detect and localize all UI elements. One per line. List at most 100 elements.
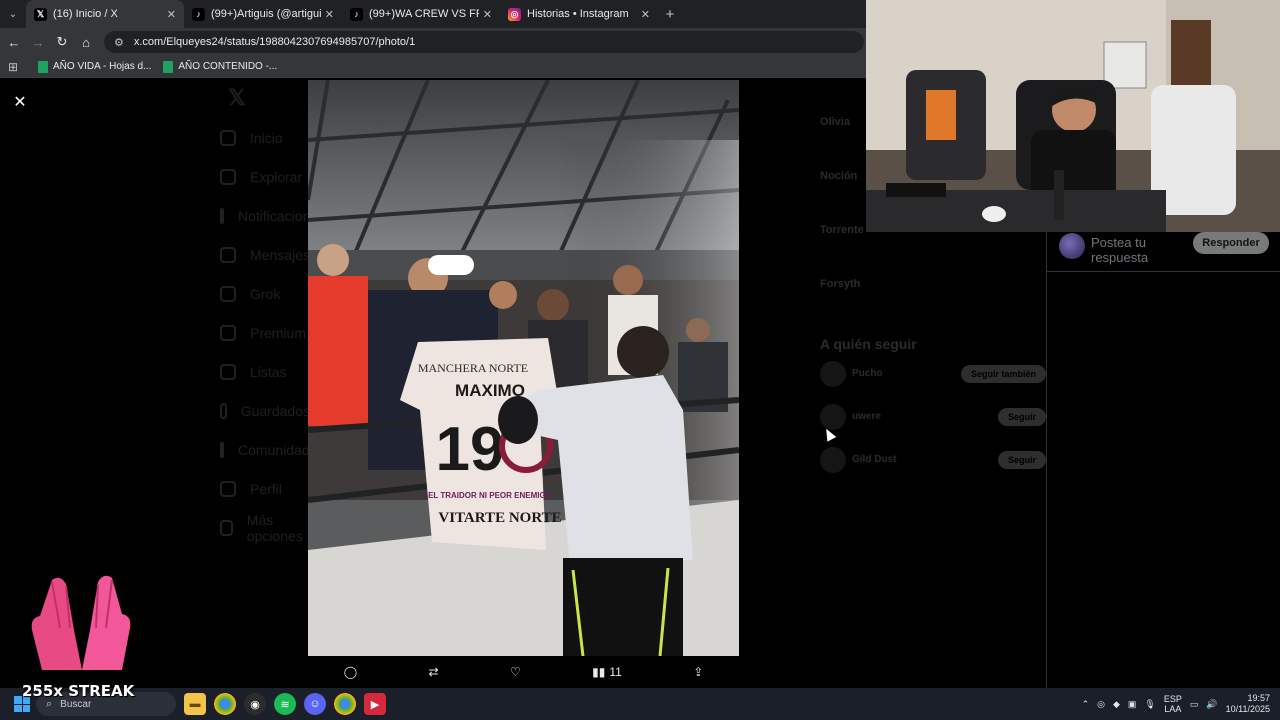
- views-button[interactable]: ▮▮ 11: [592, 665, 622, 679]
- address-bar[interactable]: ⚙ x.com/Elqueyes24/status/19880423076949…: [104, 31, 864, 53]
- taskbar-apps: ▬ ◉ ≋ ☺ ▶: [184, 693, 386, 715]
- sheets-icon: [38, 60, 48, 73]
- x-premium-icon: [220, 324, 236, 341]
- tray-app-icon[interactable]: ◎: [1097, 699, 1105, 710]
- post-photo[interactable]: MANCHERA NORTE MAXIMO 19 EL TRAIDOR NI P…: [308, 80, 739, 656]
- tab-close-icon[interactable]: ✕: [641, 8, 650, 21]
- nav-label: Guardados: [240, 402, 310, 419]
- x-logo-icon: 𝕏: [228, 85, 246, 110]
- nav-item[interactable]: Inicio: [220, 118, 310, 157]
- nav-item[interactable]: Perfil: [220, 469, 310, 508]
- follow-suggestion[interactable]: uwere Seguir: [820, 395, 1046, 438]
- avatar: [1059, 233, 1085, 259]
- site-info-icon[interactable]: ⚙: [114, 36, 124, 49]
- nav-item[interactable]: Guardados: [220, 391, 310, 430]
- views-count: 11: [609, 665, 622, 679]
- mail-icon: [220, 246, 236, 263]
- tray-app-icon[interactable]: ▣: [1128, 699, 1137, 710]
- webcam-overlay: [866, 0, 1280, 232]
- windows-taskbar: ⌕ Buscar ▬ ◉ ≋ ☺ ▶ ⌃ ◎ ◆ ▣ 🎙 ESP LAA ▭ 🔊…: [0, 688, 1280, 720]
- tab-close-icon[interactable]: ✕: [325, 8, 334, 21]
- discord-icon[interactable]: ☺: [304, 693, 326, 715]
- reply-button[interactable]: Responder: [1193, 232, 1269, 254]
- bell-icon: [220, 207, 224, 224]
- chevron-up-icon[interactable]: ⌃: [1082, 699, 1090, 710]
- bar-chart-icon: ▮▮: [592, 665, 606, 679]
- x-logo-icon: 𝕏: [34, 7, 47, 21]
- forward-arrow-icon[interactable]: →: [26, 28, 50, 56]
- obs-icon[interactable]: ◉: [244, 693, 266, 715]
- who-to-follow-title: A quién seguir: [820, 336, 917, 352]
- lang-code: ESP: [1163, 694, 1182, 704]
- instagram-icon: ◎: [508, 7, 521, 21]
- tab-title: (99+)WA CREW VS FRANCO VIP: [369, 8, 479, 20]
- bookmark-ano-contenido[interactable]: AÑO CONTENIDO -...: [163, 60, 277, 73]
- reply-bubble-icon[interactable]: ◯: [344, 665, 357, 679]
- apps-grid-icon[interactable]: ⊞: [0, 60, 26, 74]
- repost-icon[interactable]: ⇄: [429, 665, 439, 679]
- tab-search-chevron-icon[interactable]: ⌄: [0, 0, 26, 28]
- nav-item[interactable]: Más opciones: [220, 508, 310, 547]
- streak-counter: 255x STREAK: [22, 682, 135, 700]
- nav-item[interactable]: Explorar: [220, 157, 310, 196]
- suggestion-name: Gild Dust: [852, 454, 897, 465]
- trend-item[interactable]: Forsyth: [820, 240, 1046, 294]
- tray-app-icon[interactable]: ◆: [1113, 699, 1120, 710]
- tab-tiktok-artiguis[interactable]: ♪ (99+)Artiguis (@artiguis) | TikTok ✕: [184, 0, 342, 28]
- reload-icon[interactable]: ↻: [50, 28, 74, 56]
- nav-label: Perfil: [250, 480, 282, 497]
- nav-item[interactable]: Listas: [220, 352, 310, 391]
- spotify-icon[interactable]: ≋: [274, 693, 296, 715]
- grok-icon: [220, 285, 236, 302]
- tab-close-icon[interactable]: ✕: [167, 8, 176, 21]
- person-icon: [220, 480, 236, 497]
- heart-icon[interactable]: ♡: [510, 665, 521, 679]
- network-icon[interactable]: ▭: [1190, 699, 1199, 710]
- tab-x-home[interactable]: 𝕏 (16) Inicio / X ✕: [26, 0, 184, 28]
- language-indicator[interactable]: ESP LAA: [1164, 694, 1182, 714]
- tiktok-icon: ♪: [192, 7, 205, 21]
- home-icon[interactable]: ⌂: [74, 28, 98, 56]
- reply-input[interactable]: Postea tu respuesta: [1091, 235, 1191, 265]
- bookmark-ano-vida[interactable]: AÑO VIDA - Hojas d...: [38, 60, 151, 73]
- back-arrow-icon[interactable]: ←: [2, 28, 26, 56]
- tab-title: (16) Inicio / X: [53, 8, 118, 20]
- follow-button[interactable]: Seguir también: [960, 364, 1046, 383]
- volume-icon[interactable]: 🔊: [1206, 699, 1217, 710]
- home-icon: [220, 129, 236, 146]
- clock-date: 10/11/2025: [1225, 704, 1270, 714]
- clock-time: 19:57: [1247, 693, 1270, 703]
- streamlabs-icon[interactable]: ▶: [364, 693, 386, 715]
- file-explorer-icon[interactable]: ▬: [184, 693, 206, 715]
- new-tab-button[interactable]: +: [658, 0, 682, 28]
- microphone-icon[interactable]: 🎙: [1144, 699, 1155, 710]
- follow-suggestion[interactable]: Pucho Seguir también: [820, 352, 1046, 395]
- nav-item[interactable]: Premium: [220, 313, 310, 352]
- avatar: [820, 403, 846, 430]
- reply-composer: Postea tu respuesta Responder: [1047, 230, 1280, 272]
- close-viewer-icon[interactable]: ✕: [10, 92, 30, 112]
- jersey-top-text: MANCHERA NORTE: [418, 361, 528, 375]
- chrome-icon[interactable]: [214, 693, 236, 715]
- jersey-slogan-text: EL TRAIDOR NI PEOR ENEMIGO: [428, 491, 552, 500]
- nav-label: Listas: [250, 363, 287, 380]
- share-icon[interactable]: ⇪: [693, 665, 703, 679]
- tab-close-icon[interactable]: ✕: [483, 8, 492, 21]
- nav-item[interactable]: Grok: [220, 274, 310, 313]
- follow-button[interactable]: Seguir: [997, 450, 1046, 469]
- nav-label: Explorar: [250, 168, 303, 185]
- nav-label: Mensajes: [250, 246, 310, 263]
- tab-instagram[interactable]: ◎ Historias • Instagram ✕: [500, 0, 658, 28]
- nav-item[interactable]: Notificaciones: [220, 196, 325, 235]
- bookmark-icon: [220, 402, 227, 419]
- communities-icon: [220, 441, 224, 458]
- follow-suggestion[interactable]: Gild Dust Seguir: [820, 438, 1046, 481]
- nav-item[interactable]: Mensajes: [220, 235, 310, 274]
- avatar: [820, 446, 846, 473]
- nav-item[interactable]: Comunidades: [220, 430, 324, 469]
- clock[interactable]: 19:57 10/11/2025: [1226, 693, 1270, 715]
- jersey-number-text: 19: [436, 415, 505, 484]
- follow-button[interactable]: Seguir: [997, 407, 1046, 426]
- chrome-profile-icon[interactable]: [334, 693, 356, 715]
- tab-tiktok-live[interactable]: ♪ (99+)WA CREW VS FRANCO VIP ✕: [342, 0, 500, 28]
